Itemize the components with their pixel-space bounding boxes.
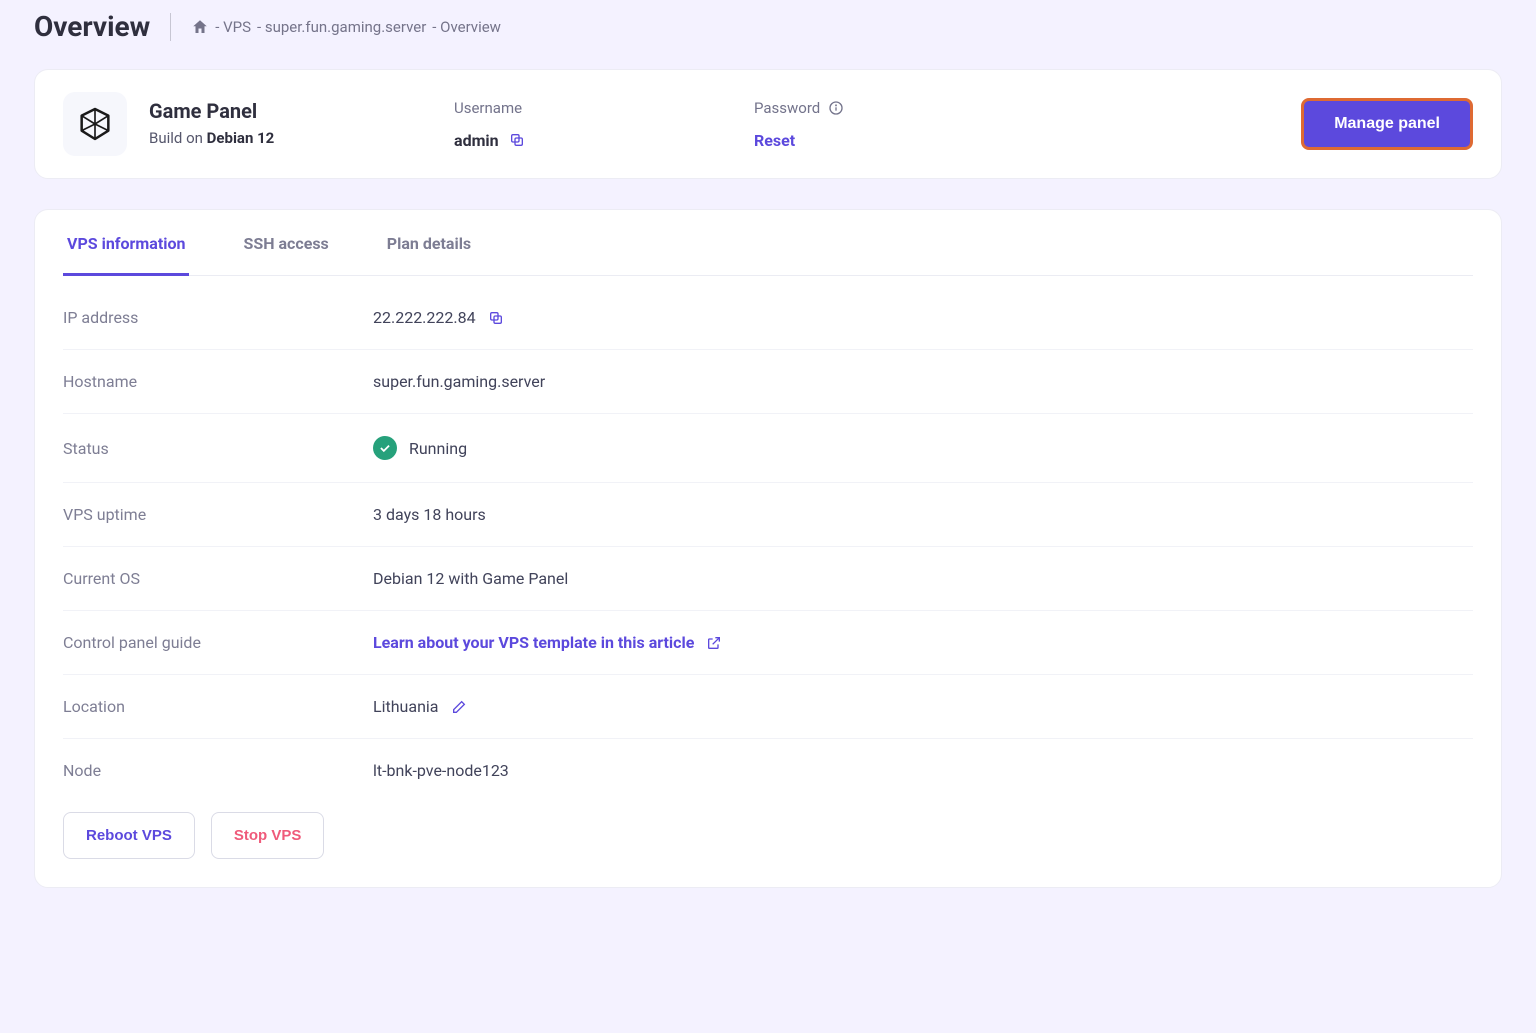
panel-build: Build on Debian 12 [149,129,454,147]
vps-actions: Reboot VPS Stop VPS [63,812,1473,859]
password-label: Password [754,99,820,117]
tabs: VPS information SSH access Plan details [63,210,1473,276]
reset-password-link[interactable]: Reset [754,131,1279,150]
panel-name: Game Panel [149,99,454,123]
panel-summary-card: Game Panel Build on Debian 12 Username a… [34,69,1502,179]
status-value: Running [409,439,467,458]
breadcrumb-current: - Overview [432,18,501,36]
guide-link[interactable]: Learn about your VPS template in this ar… [373,633,1473,652]
node-label: Node [63,739,373,803]
table-row: Node lt-bnk-pve-node123 [63,739,1473,803]
copy-icon[interactable] [509,132,525,148]
table-row: VPS uptime 3 days 18 hours [63,483,1473,547]
status-label: Status [63,414,373,483]
copy-icon[interactable] [488,310,504,326]
username-value: admin [454,131,499,150]
table-row: Control panel guide Learn about your VPS… [63,611,1473,675]
os-label: Current OS [63,547,373,611]
table-row: Location Lithuania [63,675,1473,739]
game-panel-icon [63,92,127,156]
status-check-icon [373,436,397,460]
uptime-label: VPS uptime [63,483,373,547]
build-value: Debian 12 [207,129,275,147]
vps-details-card: VPS information SSH access Plan details … [34,209,1502,888]
ip-value: 22.222.222.84 [373,308,476,327]
page-title: Overview [34,10,150,43]
info-icon[interactable] [828,100,844,116]
username-label: Username [454,99,754,117]
manage-panel-button[interactable]: Manage panel [1301,98,1473,150]
breadcrumb-host: - super.fun.gaming.server [257,18,426,36]
stop-vps-button[interactable]: Stop VPS [211,812,325,859]
external-link-icon [706,635,722,651]
os-value: Debian 12 with Game Panel [373,547,1473,611]
node-value: lt-bnk-pve-node123 [373,739,1473,803]
tab-vps-information[interactable]: VPS information [63,210,189,276]
ip-label: IP address [63,286,373,350]
guide-link-text: Learn about your VPS template in this ar… [373,633,694,652]
uptime-value: 3 days 18 hours [373,483,1473,547]
tab-plan-details[interactable]: Plan details [383,210,475,276]
tab-ssh-access[interactable]: SSH access [239,210,332,276]
table-row: Current OS Debian 12 with Game Panel [63,547,1473,611]
page-header: Overview - VPS - super.fun.gaming.server… [34,10,1502,43]
table-row: IP address 22.222.222.84 [63,286,1473,350]
location-label: Location [63,675,373,739]
breadcrumb[interactable]: - VPS - super.fun.gaming.server - Overvi… [191,18,501,36]
guide-label: Control panel guide [63,611,373,675]
hostname-value: super.fun.gaming.server [373,350,1473,414]
table-row: Status Running [63,414,1473,483]
location-value: Lithuania [373,697,439,716]
reboot-vps-button[interactable]: Reboot VPS [63,812,195,859]
home-icon[interactable] [191,18,209,36]
breadcrumb-vps: - VPS [215,18,251,36]
vps-info-table: IP address 22.222.222.84 Hostname super.… [63,286,1473,802]
table-row: Hostname super.fun.gaming.server [63,350,1473,414]
edit-icon[interactable] [451,699,467,715]
hostname-label: Hostname [63,350,373,414]
build-prefix: Build on [149,129,207,147]
header-divider [170,13,171,41]
